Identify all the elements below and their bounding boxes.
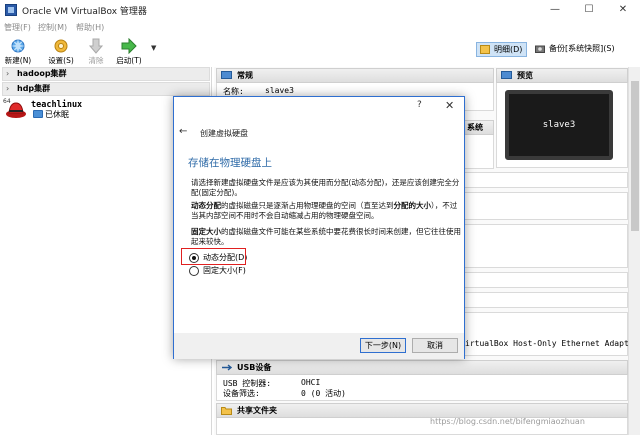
vm-arch-badge: 64: [3, 98, 11, 105]
discard-button[interactable]: 清除: [81, 38, 111, 66]
chevron-right-icon: ›: [6, 84, 10, 93]
details-icon: [480, 45, 490, 54]
snapshots-view-label: 备份[系统快照](S): [549, 44, 615, 53]
discard-label: 清除: [88, 56, 104, 65]
start-button[interactable]: 启动(T): [114, 38, 144, 66]
usb-controller-value: OHCI: [301, 378, 321, 387]
fixed-term: 固定大小: [191, 227, 221, 236]
minimize-button[interactable]: —: [538, 0, 572, 20]
close-window-button[interactable]: ✕: [606, 0, 640, 20]
group-hadoop-label: hadoop集群: [17, 69, 67, 78]
help-button[interactable]: ?: [417, 100, 422, 110]
menu-bar: 管理(F) 控制(M) 帮助(H): [0, 20, 640, 36]
saved-state-icon: [33, 110, 43, 118]
usb-section-body: USB 控制器: OHCI 设备筛选: 0 (0 活动): [216, 375, 628, 401]
back-arrow-icon[interactable]: ←: [179, 126, 187, 137]
next-button[interactable]: 下一步(N): [360, 338, 406, 353]
storage-body-stub: [464, 224, 628, 268]
radio-fixed-label[interactable]: 固定大小(F): [203, 265, 246, 277]
details-scrollbar[interactable]: [628, 67, 640, 435]
start-arrow-icon: [121, 38, 137, 54]
start-dropdown-arrow-icon[interactable]: ▼: [151, 44, 156, 52]
dialog-title: 创建虚拟硬盘: [200, 129, 248, 138]
shared-folders-section-header[interactable]: 共享文件夹: [216, 403, 628, 418]
new-label: 新建(N): [4, 56, 32, 65]
network-section-body: irtualBox Host-Only Ethernet Adapter: [464, 312, 638, 356]
dynamic-description: 动态分配的虚拟磁盘只是逐渐占用物理硬盘的空间（直至达到分配的大小），不过当其内部…: [191, 201, 461, 221]
system-section-header[interactable]: 系统: [464, 120, 494, 135]
network-adapter-value: irtualBox Host-Only Ethernet Adapter: [465, 339, 639, 348]
general-header-label: 常规: [237, 71, 253, 80]
usb-icon: [222, 364, 232, 371]
dynamic-text-1: 的虚拟磁盘只是逐渐占用物理硬盘的空间（直至达到: [221, 201, 394, 210]
general-section-header[interactable]: 常规: [216, 68, 494, 83]
red-annotation-box: [181, 248, 246, 265]
settings-label: 设置(S): [48, 56, 74, 65]
preview-section-header[interactable]: 预览: [496, 68, 628, 83]
group-hdp[interactable]: › hdp集群: [2, 82, 210, 96]
group-hadoop[interactable]: › hadoop集群: [2, 67, 210, 81]
storage-section-stub: [464, 192, 628, 220]
details-view-button[interactable]: 明细(D): [476, 42, 528, 57]
settings-button[interactable]: 设置(S): [46, 38, 76, 66]
radio-fixed-indicator[interactable]: [189, 266, 199, 276]
virtualbox-logo-icon: [5, 4, 17, 16]
folder-icon: [221, 407, 232, 415]
audio-section-stub: [464, 272, 628, 288]
group-hdp-label: hdp集群: [17, 84, 51, 93]
fixed-text: 的虚拟磁盘文件可能在某些系统中要花费很长时间来创建，但它往往使用起来较快。: [191, 227, 461, 246]
system-header-label: 系统: [467, 123, 483, 132]
usb-filter-value: 0 (0 活动): [301, 389, 346, 398]
allocated-size-term: 分配的大小: [393, 201, 432, 210]
dialog-footer: 下一步(N) 取消: [174, 333, 464, 359]
system-section-body: [464, 135, 494, 169]
preview-monitor-icon: [501, 71, 512, 79]
intro-text: 请选择新建虚拟硬盘文件是应该为其使用而分配(动态分配)，还是应该创建完全分配(固…: [191, 178, 460, 197]
dynamic-term: 动态分配: [191, 201, 221, 210]
gear-icon: [54, 39, 68, 53]
menu-help[interactable]: 帮助(H): [76, 22, 104, 33]
usb-header-label: USB设备: [237, 363, 272, 372]
usb-section-header[interactable]: USB设备: [216, 360, 628, 375]
menu-manage[interactable]: 管理(F): [4, 22, 31, 33]
vm-state: 已休眠: [45, 110, 69, 119]
start-label: 启动(T): [116, 56, 142, 65]
preview-header-label: 预览: [517, 71, 533, 80]
watermark-url: https://blog.csdn.net/bifengmiaozhuan: [430, 417, 585, 426]
snapshots-view-button[interactable]: 备份[系统快照](S): [532, 42, 619, 57]
new-button[interactable]: 新建(N): [3, 38, 33, 66]
display-section-stub: [464, 172, 628, 188]
new-icon: [11, 39, 25, 53]
create-virtual-disk-dialog: ? ✕ ← 创建虚拟硬盘 存储在物理硬盘上 请选择新建虚拟硬盘文件是应该为其使用…: [173, 96, 465, 359]
window-title: Oracle VM VirtualBox 管理器: [22, 7, 147, 17]
shared-folders-header-label: 共享文件夹: [237, 406, 277, 415]
fixed-description: 固定大小的虚拟磁盘文件可能在某些系统中要花费很长时间来创建，但它往往使用起来较快…: [191, 227, 461, 247]
audio-body-stub: [464, 292, 628, 308]
camera-icon: [535, 45, 545, 53]
maximize-button[interactable]: ☐: [572, 0, 606, 20]
dialog-close-button[interactable]: ✕: [445, 99, 454, 112]
menu-control[interactable]: 控制(M): [38, 22, 67, 33]
vm-preview-screen: slave3: [505, 90, 613, 160]
name-value: slave3: [265, 86, 294, 95]
usb-filter-label: 设备筛选:: [223, 389, 260, 398]
monitor-icon: [221, 71, 232, 79]
discard-arrow-icon: [88, 38, 104, 54]
chevron-right-icon: ›: [6, 69, 10, 78]
details-view-label: 明细(D): [494, 45, 523, 54]
cancel-button[interactable]: 取消: [412, 338, 458, 353]
dialog-heading: 存储在物理硬盘上: [188, 157, 272, 169]
title-bar: Oracle VM VirtualBox 管理器 — ☐ ✕: [0, 0, 640, 20]
scrollbar-thumb[interactable]: [631, 81, 639, 231]
